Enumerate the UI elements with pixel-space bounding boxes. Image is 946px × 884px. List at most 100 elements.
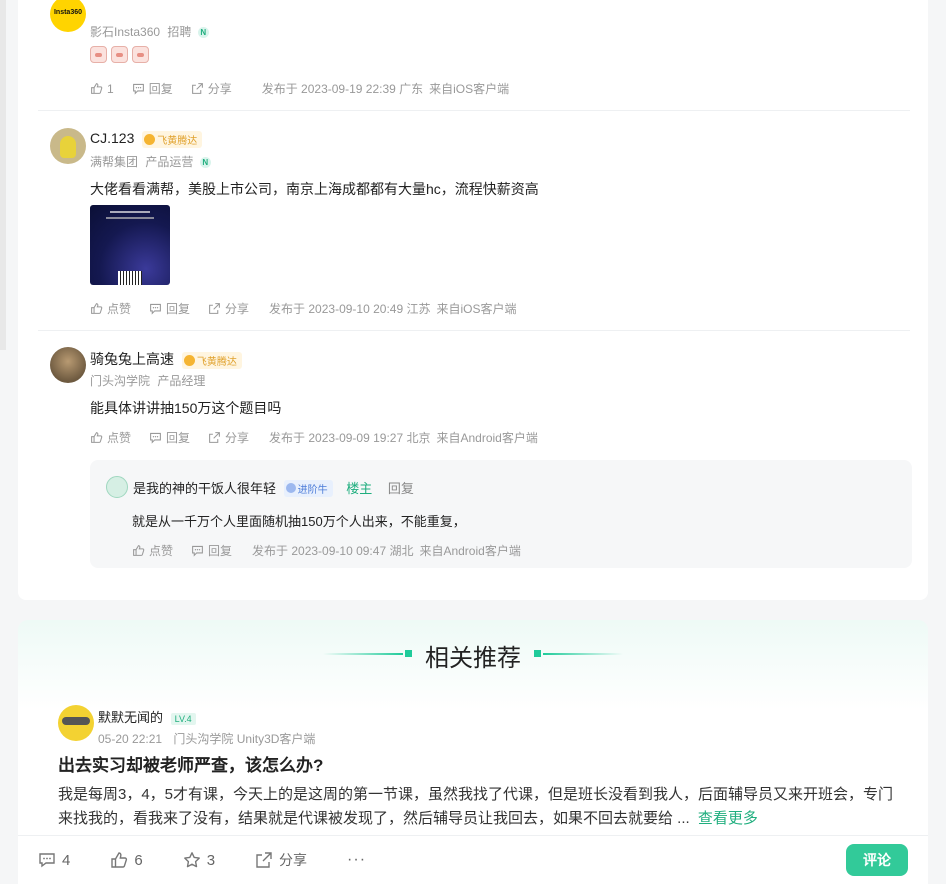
image-text-line bbox=[110, 211, 150, 213]
like-label: 点赞 bbox=[107, 302, 132, 316]
like-button[interactable]: 点赞 bbox=[132, 542, 173, 559]
more-options-button[interactable]: ··· bbox=[347, 851, 366, 869]
title-decoration-line-right bbox=[543, 653, 623, 655]
author-role: 产品经理 bbox=[157, 374, 206, 388]
author-line: 骑兔兔上高速 飞黄腾达 bbox=[90, 349, 242, 369]
share-icon bbox=[191, 83, 203, 94]
author-name[interactable]: CJ.123 bbox=[90, 130, 134, 146]
related-author-name[interactable]: 默默无闻的 bbox=[98, 710, 163, 725]
coin-icon bbox=[144, 133, 156, 145]
badge-label: 飞黄腾达 bbox=[157, 135, 198, 147]
share-icon bbox=[209, 432, 220, 443]
verified-icon: N bbox=[197, 27, 209, 39]
comment-actions: 点赞 回复 分享 发布于 2023-09-09 19:27 北京 来自Andro… bbox=[90, 429, 538, 446]
reply-author-name[interactable]: 是我的神的干饭人很年轻 bbox=[133, 481, 276, 496]
share-button[interactable]: 分享 bbox=[208, 300, 249, 317]
avatar[interactable] bbox=[58, 705, 94, 741]
client-source: 来自Android客户端 bbox=[436, 431, 538, 445]
client-source: 来自iOS客户端 bbox=[436, 302, 517, 316]
comments-button[interactable]: 4 bbox=[38, 851, 70, 869]
reply-author-line: 是我的神的干饭人很年轻 进阶牛 楼主 回复 bbox=[133, 478, 414, 497]
verified-icon: N bbox=[199, 157, 211, 169]
author-line: CJ.123 飞黄腾达 bbox=[90, 130, 203, 148]
author-company[interactable]: 满帮集团 bbox=[90, 155, 138, 169]
author-name[interactable]: 骑兔兔上高速 bbox=[90, 351, 174, 367]
like-button[interactable]: 6 bbox=[110, 851, 143, 869]
share-label: 分享 bbox=[225, 302, 250, 316]
reply-button[interactable]: 回复 bbox=[149, 429, 190, 446]
share-label: 分享 bbox=[225, 431, 250, 445]
like-button[interactable]: 1 bbox=[90, 82, 114, 96]
emoji-row bbox=[90, 46, 153, 68]
author-company[interactable]: 影石Insta360 bbox=[90, 25, 160, 39]
avatar-figure bbox=[60, 136, 76, 158]
avatar[interactable]: Insta360 bbox=[50, 0, 86, 32]
share-icon bbox=[209, 303, 220, 314]
reply-thread: 是我的神的干饭人很年轻 进阶牛 楼主 回复 就是从一千万个人里面随机抽150万个… bbox=[90, 460, 912, 568]
likes-count: 6 bbox=[134, 851, 143, 869]
chat-bubble-icon bbox=[150, 432, 161, 444]
post-time: 发布于 2023-09-19 22:39 广东 bbox=[261, 82, 424, 96]
share-label: 分享 bbox=[279, 852, 308, 868]
share-button[interactable]: 分享 bbox=[255, 850, 307, 870]
avatar[interactable] bbox=[106, 476, 128, 498]
stars-count: 3 bbox=[206, 851, 216, 869]
comment-text: 能具体讲讲抽150万这个题目吗 bbox=[90, 400, 282, 416]
author-role: 产品运营 bbox=[145, 155, 194, 169]
avatar-logo-text: Insta360 bbox=[53, 9, 83, 16]
share-button[interactable]: 分享 bbox=[191, 80, 232, 97]
chat-bubble-icon bbox=[192, 545, 203, 557]
thumbs-up-icon bbox=[91, 303, 103, 314]
share-icon bbox=[256, 852, 272, 868]
level-icon bbox=[285, 483, 296, 493]
post-time: 发布于 2023-09-10 09:47 湖北 bbox=[252, 544, 414, 558]
op-tag: 楼主 bbox=[346, 481, 373, 496]
thumbs-up-icon bbox=[111, 852, 128, 868]
author-role: 招聘 bbox=[167, 25, 192, 39]
related-post-title[interactable]: 出去实习却被老师严查，该怎么办? bbox=[58, 751, 323, 776]
thumbs-up-icon bbox=[91, 432, 103, 443]
avatar[interactable] bbox=[50, 347, 86, 383]
title-decoration-square-right bbox=[534, 650, 541, 657]
client-source: 来自iOS客户端 bbox=[429, 82, 510, 96]
pig-emoji-icon bbox=[132, 46, 149, 63]
share-button[interactable]: 分享 bbox=[208, 429, 249, 446]
bottom-action-bar: 4 6 3 分享 ··· 评论 bbox=[18, 835, 928, 884]
see-more-link[interactable]: 查看更多 bbox=[698, 810, 758, 827]
related-post-body: 我是每周3，4，5才有课，今天上的是这周的第一节课，虽然我找了代课，但是班长没看… bbox=[58, 783, 898, 831]
author-meta: 门头沟学院 产品经理 bbox=[90, 372, 205, 389]
like-button[interactable]: 点赞 bbox=[90, 429, 131, 446]
star-icon bbox=[183, 852, 200, 868]
like-label: 点赞 bbox=[107, 431, 132, 445]
coin-icon bbox=[183, 354, 195, 366]
reply-to-link[interactable]: 回复 bbox=[388, 481, 414, 496]
reply-actions: 点赞 回复 发布于 2023-09-10 09:47 湖北 来自Android客… bbox=[132, 542, 521, 559]
reply-button[interactable]: 回复 bbox=[149, 300, 190, 317]
write-comment-button[interactable]: 评论 bbox=[846, 844, 908, 876]
level-label: 进阶牛 bbox=[297, 484, 328, 496]
like-button[interactable]: 点赞 bbox=[90, 300, 131, 317]
reply-button[interactable]: 回复 bbox=[191, 542, 232, 559]
achievement-badge: 飞黄腾达 bbox=[181, 351, 242, 369]
pig-emoji-icon bbox=[90, 46, 107, 63]
favorite-button[interactable]: 3 bbox=[183, 851, 215, 869]
pig-emoji-icon bbox=[111, 46, 128, 63]
thumbs-up-icon bbox=[133, 545, 145, 556]
author-company[interactable]: 门头沟学院 bbox=[90, 374, 150, 388]
thumbs-up-icon bbox=[91, 83, 103, 94]
related-meta: 05-20 22:21 门头沟学院 Unity3D客户端 bbox=[98, 730, 315, 747]
reply-button[interactable]: 回复 bbox=[132, 80, 173, 97]
related-source: 门头沟学院 Unity3D客户端 bbox=[173, 732, 316, 746]
reply-label: 回复 bbox=[166, 302, 191, 316]
divider bbox=[38, 330, 910, 331]
reply-label: 回复 bbox=[166, 431, 191, 445]
post-time: 发布于 2023-09-10 20:49 江苏 bbox=[269, 302, 431, 316]
qr-code-icon bbox=[118, 271, 142, 285]
chat-bubble-icon bbox=[132, 83, 144, 95]
like-label: 点赞 bbox=[149, 544, 174, 558]
page-left-edge bbox=[0, 0, 6, 350]
reply-text: 就是从一千万个人里面随机抽150万个人出来，不能重复， bbox=[132, 514, 466, 529]
related-time: 05-20 22:21 bbox=[98, 732, 163, 746]
avatar[interactable] bbox=[50, 128, 86, 164]
comment-image[interactable] bbox=[90, 205, 170, 285]
